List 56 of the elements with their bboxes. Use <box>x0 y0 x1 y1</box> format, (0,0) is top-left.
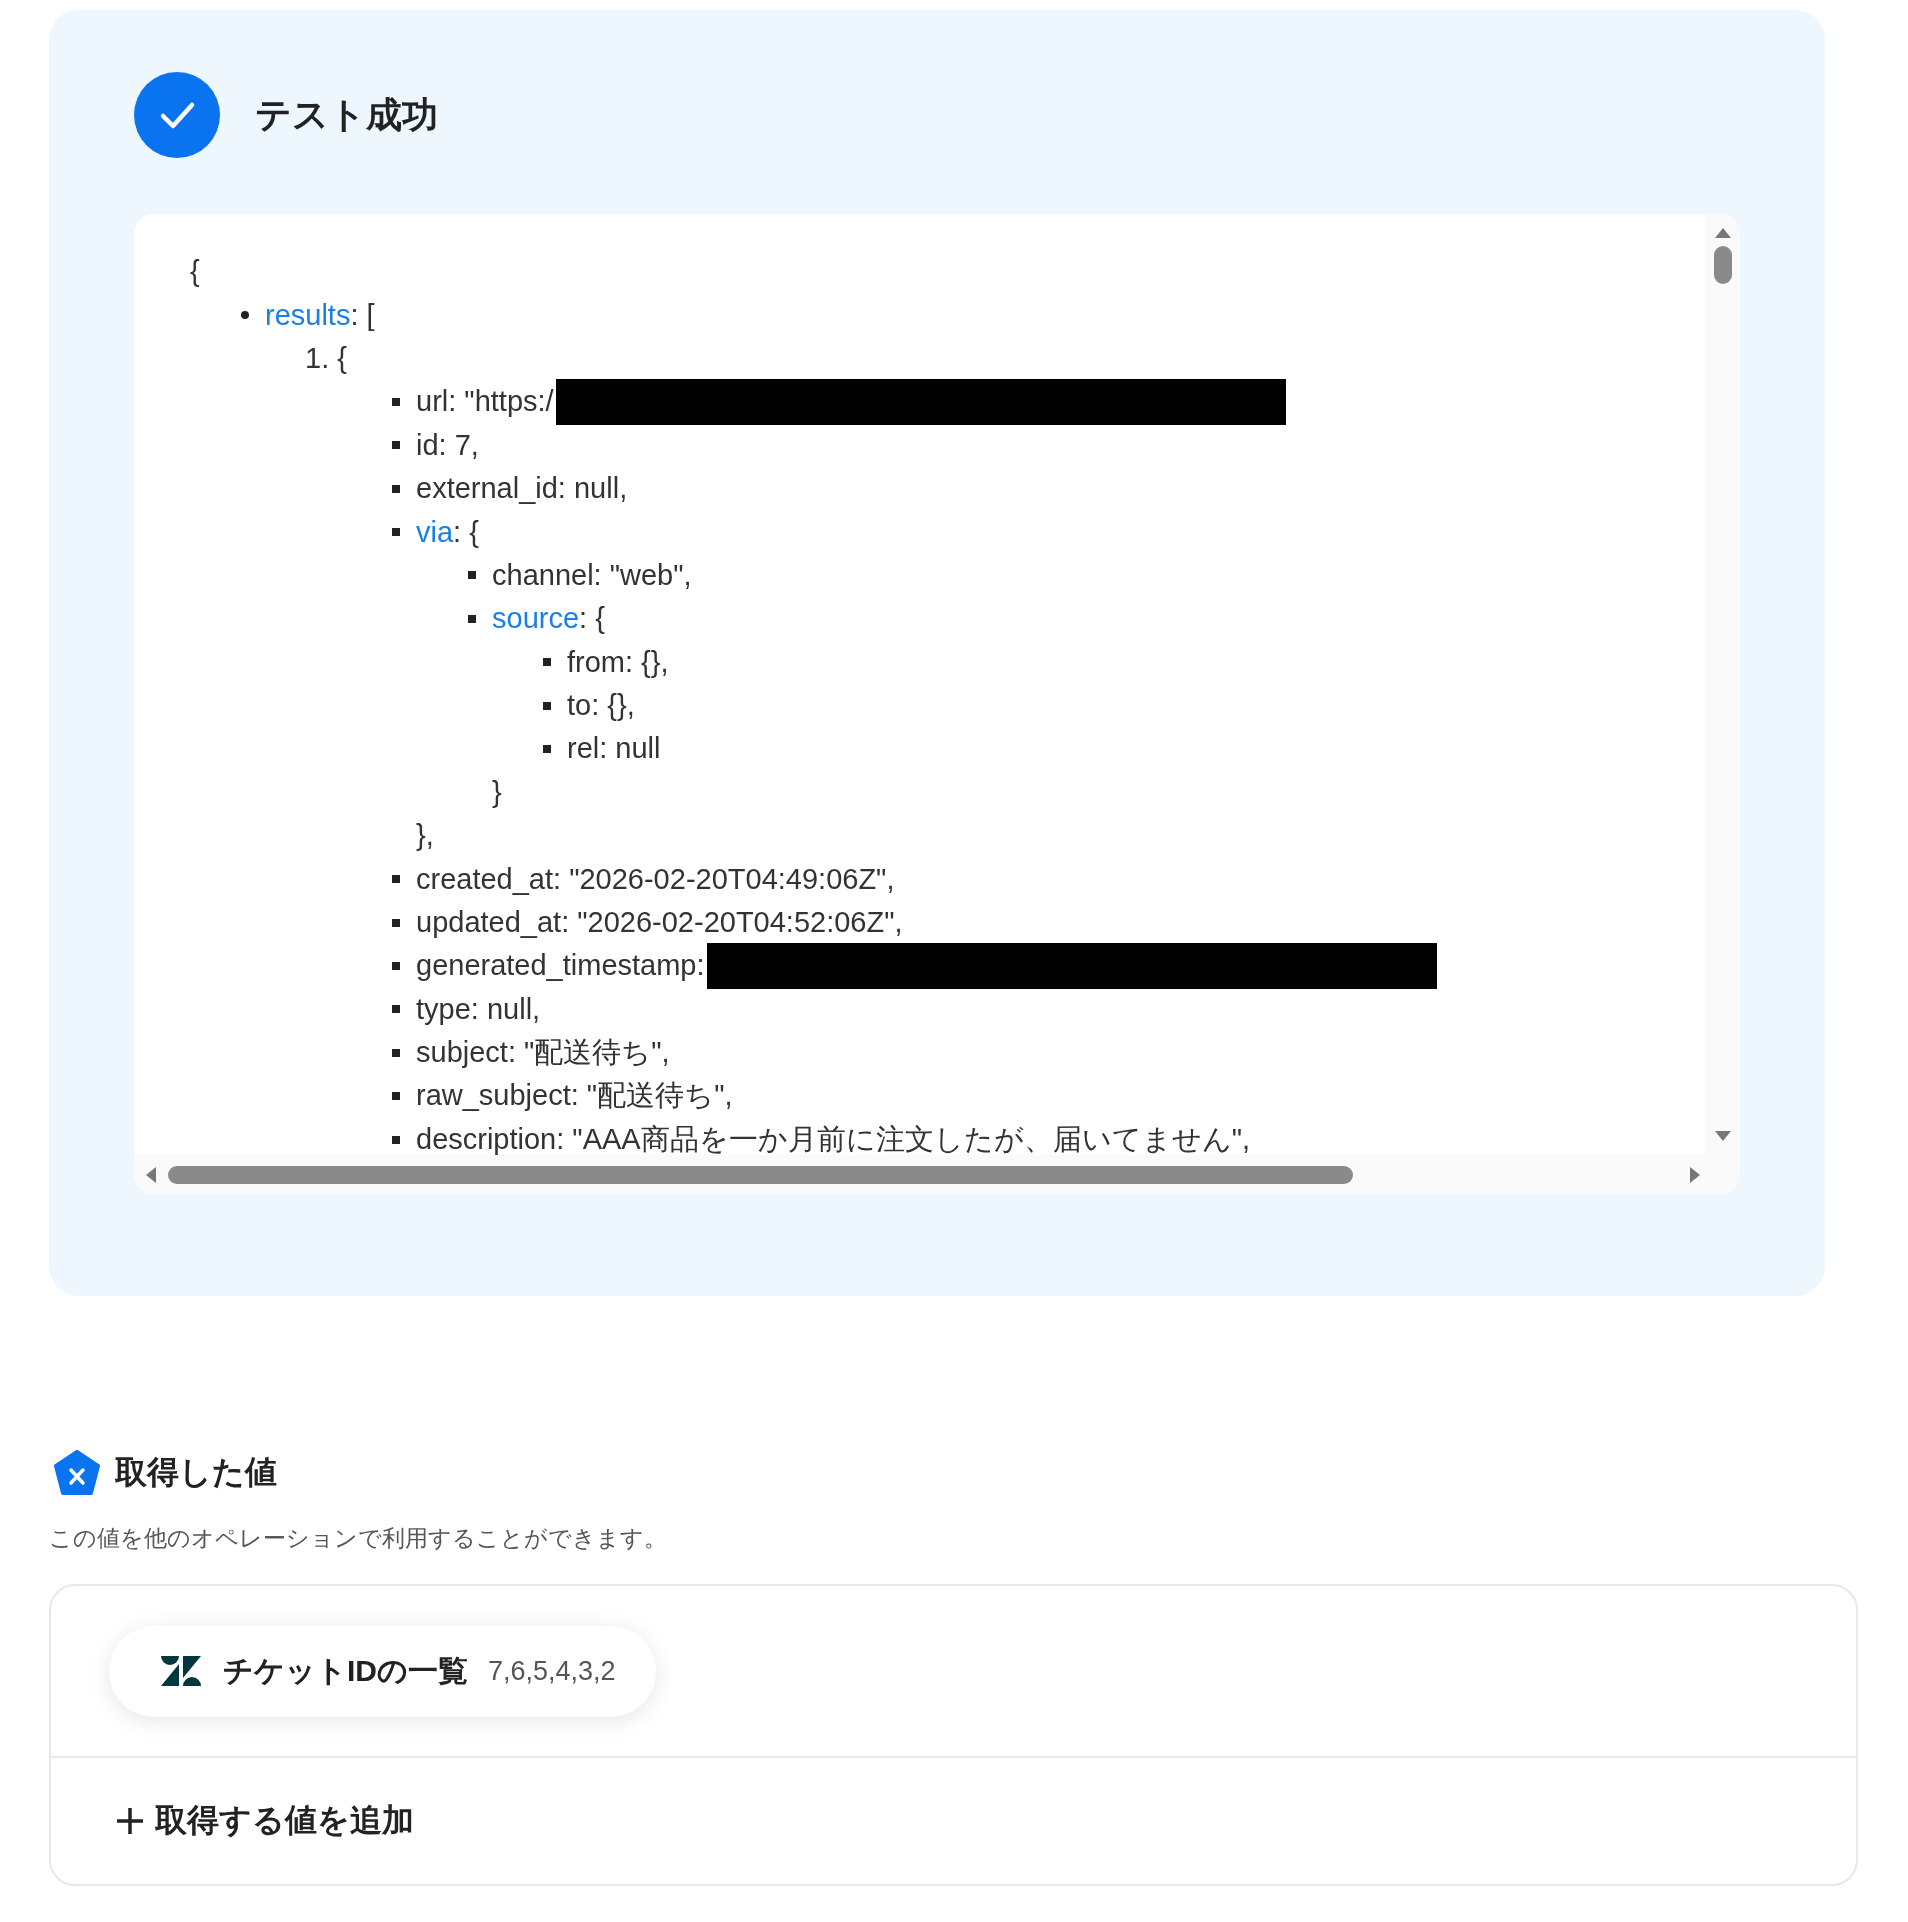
code-text: : { <box>453 515 479 549</box>
bullet-icon <box>543 701 551 710</box>
bullet-icon <box>392 961 400 970</box>
add-value-button[interactable]: 取得する値を追加 <box>115 1799 414 1843</box>
code-text: subject: "配送待ち", <box>416 1034 670 1070</box>
status-title: テスト成功 <box>255 92 438 137</box>
code-text: 1. { <box>305 341 347 375</box>
bullet-icon <box>392 441 400 450</box>
code-text: to: {}, <box>567 689 635 723</box>
bullet-icon <box>392 1005 400 1014</box>
bullet-icon <box>392 1092 400 1101</box>
code-text: : { <box>579 602 605 636</box>
bullet-icon <box>468 571 476 580</box>
scroll-right-icon[interactable] <box>1690 1166 1700 1183</box>
value-chip[interactable]: チケットIDの一覧 7,6,5,4,3,2 <box>109 1625 656 1717</box>
check-icon <box>134 72 220 158</box>
bullet-icon <box>392 528 400 537</box>
code-text: channel: "web", <box>492 558 692 592</box>
section-title: 取得した値 <box>115 1453 277 1492</box>
bullet-icon <box>241 311 249 320</box>
bullet-icon <box>392 397 400 406</box>
code-text: external_id: null, <box>416 472 628 506</box>
code-text: : [ <box>350 298 375 332</box>
json-key-link[interactable]: via <box>416 515 454 549</box>
variable-icon <box>53 1450 101 1496</box>
bullet-icon <box>392 875 400 884</box>
bullet-icon <box>392 1048 400 1057</box>
section-description: この値を他のオペレーションで利用することができます。 <box>49 1524 668 1553</box>
code-text: { <box>190 255 200 289</box>
bullet-icon <box>468 614 476 623</box>
bullet-icon <box>543 745 551 753</box>
code-text: url: "https:/ <box>416 385 554 419</box>
scroll-down-icon[interactable] <box>1714 1131 1731 1141</box>
bullet-icon <box>392 918 400 927</box>
plus-icon <box>115 1806 145 1836</box>
code-text: raw_subject: "配送待ち", <box>416 1078 733 1114</box>
code-text: generated_timestamp: <box>416 949 705 983</box>
scrollbar-thumb[interactable] <box>1713 246 1732 284</box>
code-text: type: null, <box>416 992 541 1026</box>
code-text: updated_at: "2026-02-20T04:52:06Z", <box>416 906 903 940</box>
json-key-link[interactable]: source <box>492 602 580 636</box>
code-text: }, <box>416 819 434 853</box>
bullet-icon <box>543 658 551 667</box>
bullet-icon <box>392 1135 400 1144</box>
scroll-left-icon[interactable] <box>146 1166 156 1183</box>
code-text: from: {}, <box>567 645 669 679</box>
scrollbar-thumb[interactable] <box>168 1165 1353 1184</box>
json-key-link[interactable]: results <box>265 298 351 332</box>
scroll-up-icon[interactable] <box>1714 228 1731 238</box>
code-text: description: "AAA商品を一か月前に注文したが、届いてません", <box>416 1121 1251 1155</box>
logo-icon <box>161 1656 201 1686</box>
bullet-icon <box>392 484 400 493</box>
code-text: rel: null <box>567 732 661 766</box>
code-text: id: 7, <box>416 428 479 462</box>
code-text: } <box>492 775 502 809</box>
code-text: created_at: "2026-02-20T04:49:06Z", <box>416 862 895 896</box>
